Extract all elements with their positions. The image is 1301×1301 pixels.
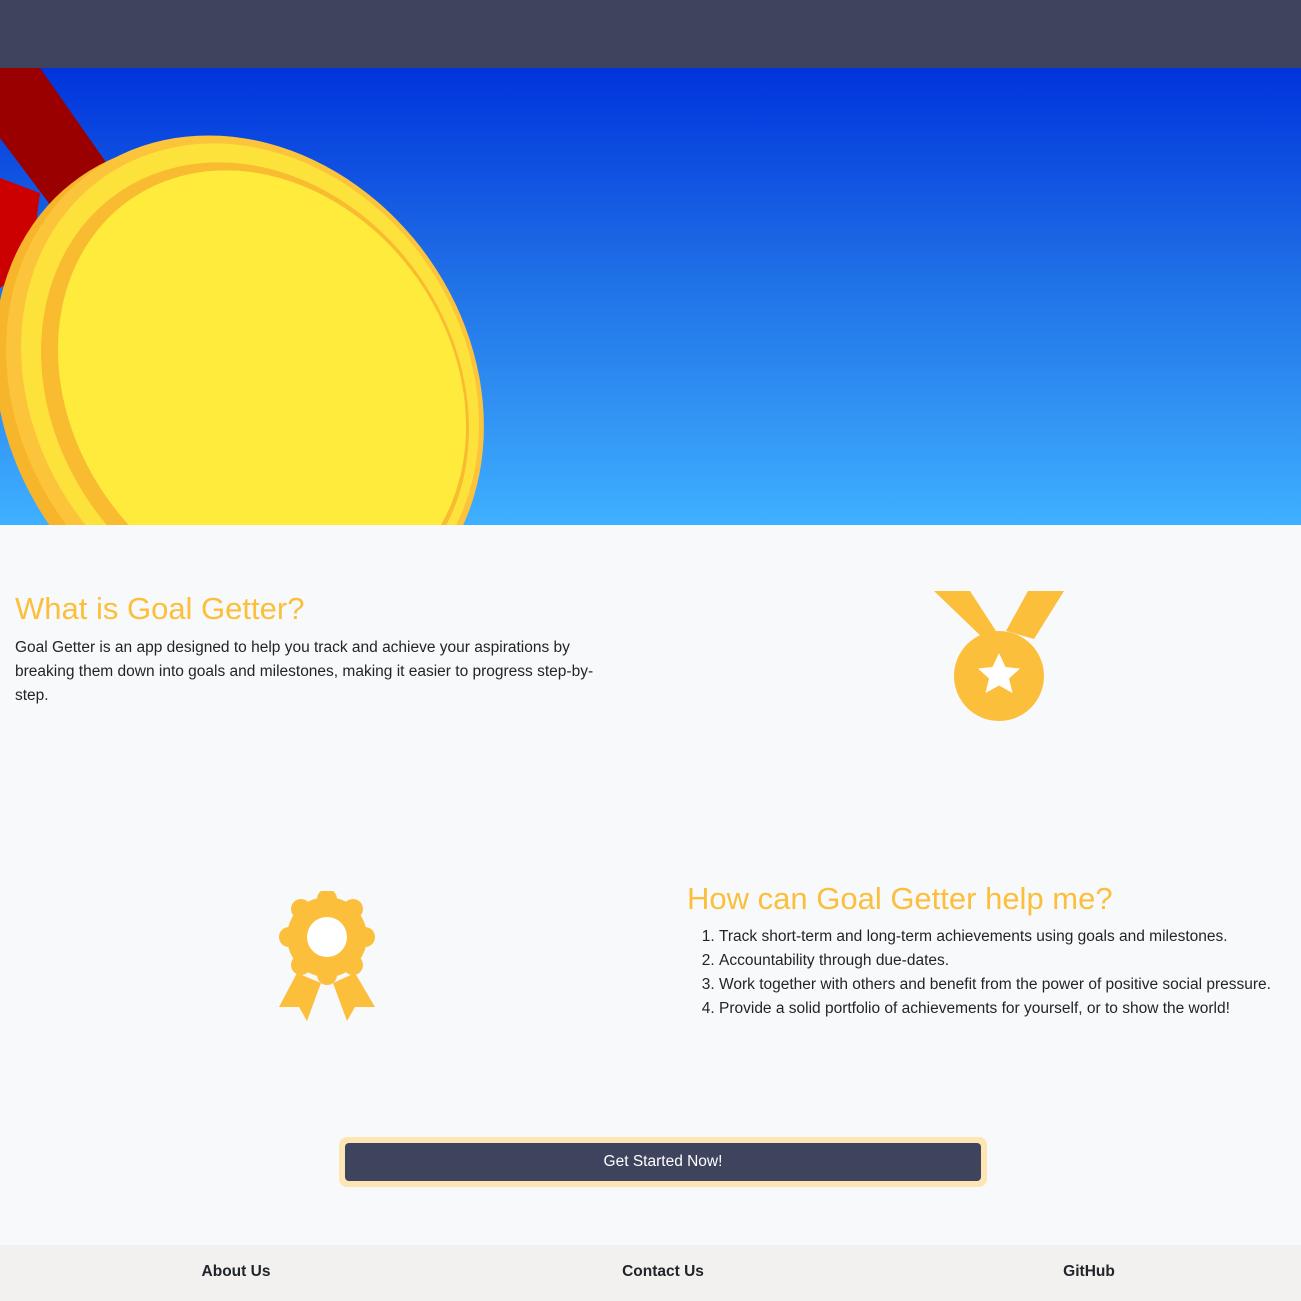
- medal-star-icon: [934, 591, 1064, 721]
- top-navbar: [0, 0, 1301, 68]
- footer-link-github[interactable]: GitHub: [1063, 1263, 1115, 1281]
- get-started-button-focus-ring: Get Started Now!: [339, 1137, 987, 1187]
- help-title: How can Goal Getter help me?: [687, 881, 1113, 916]
- list-item: Provide a solid portfolio of achievement…: [719, 997, 1299, 1021]
- get-started-button[interactable]: Get Started Now!: [345, 1143, 981, 1181]
- about-description: Goal Getter is an app designed to help y…: [15, 639, 594, 704]
- list-item: Track short-term and long-term achieveme…: [719, 925, 1299, 949]
- benefits-list: Track short-term and long-term achieveme…: [687, 925, 1299, 1021]
- list-item: Accountability through due-dates.: [719, 949, 1299, 973]
- list-item: Work together with others and benefit fr…: [719, 973, 1299, 997]
- award-rosette-icon: [279, 891, 375, 1021]
- about-title: What is Goal Getter?: [15, 591, 305, 626]
- footer-link-about-us[interactable]: About Us: [202, 1263, 271, 1281]
- hero-banner: [0, 68, 1301, 525]
- gold-medal-illustration: [0, 68, 484, 525]
- footer-link-contact-us[interactable]: Contact Us: [622, 1263, 704, 1281]
- footer: About Us Contact Us GitHub: [0, 1245, 1301, 1301]
